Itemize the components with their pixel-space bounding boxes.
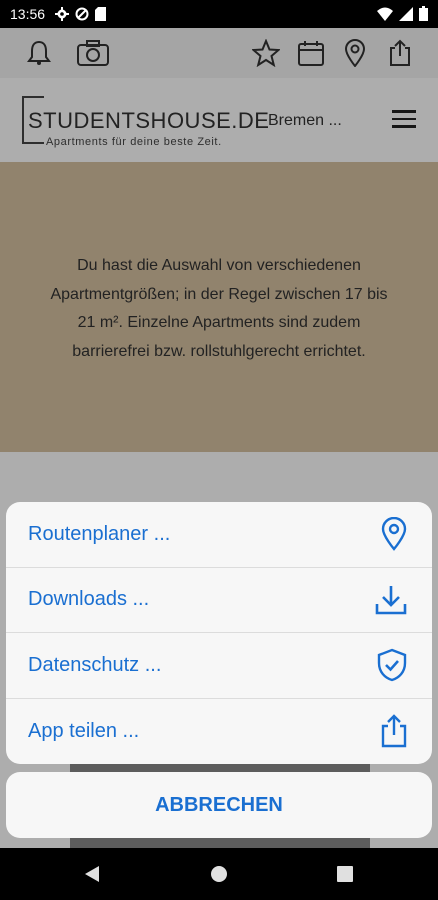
system-nav-bar	[0, 848, 438, 900]
status-time: 13:56	[10, 6, 46, 22]
action-sheet: Routenplaner ... Downloads ... Datenschu…	[6, 502, 432, 764]
status-bar: 13:56	[0, 0, 438, 28]
recents-icon[interactable]	[337, 866, 353, 882]
home-icon[interactable]	[210, 865, 228, 883]
action-label: App teilen ...	[28, 719, 140, 742]
download-icon	[375, 585, 407, 615]
map-pin-icon	[381, 517, 407, 552]
shield-check-icon	[377, 648, 407, 682]
action-label: Downloads ...	[28, 588, 150, 611]
action-app-teilen[interactable]: App teilen ...	[6, 699, 432, 765]
sim-card-icon	[95, 7, 107, 21]
action-datenschutz[interactable]: Datenschutz ...	[6, 633, 432, 699]
share-icon	[381, 714, 407, 748]
settings-icon	[55, 7, 70, 21]
action-label: Datenschutz ...	[28, 653, 162, 676]
action-downloads[interactable]: Downloads ...	[6, 568, 432, 633]
action-label: Routenplaner ...	[28, 522, 171, 545]
cancel-button[interactable]: ABBRECHEN	[6, 772, 432, 838]
wifi-icon	[377, 7, 393, 21]
sync-icon	[75, 7, 89, 21]
back-icon[interactable]	[84, 865, 100, 883]
action-routenplaner[interactable]: Routenplaner ...	[6, 502, 432, 568]
cellular-signal-icon	[399, 6, 413, 21]
battery-icon	[419, 6, 428, 21]
